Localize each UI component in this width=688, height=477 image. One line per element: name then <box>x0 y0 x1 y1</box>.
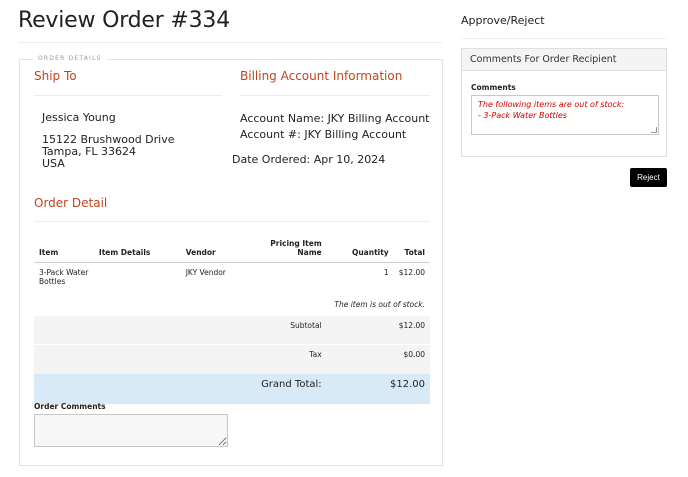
col-quantity: Quantity <box>326 234 394 263</box>
comments-line: - 3-Pack Water Bottles <box>478 111 567 120</box>
order-detail-divider <box>34 221 430 222</box>
billing-divider <box>240 95 430 96</box>
ship-to-name: Jessica Young <box>42 111 116 124</box>
billing-heading: Billing Account Information <box>240 69 403 83</box>
comments-panel: Comments For Order Recipient Comments Th… <box>461 48 667 157</box>
item-vendor: JKY Vendor <box>185 267 226 277</box>
col-item: Item <box>34 234 94 263</box>
billing-account-name: Account Name: JKY Billing Account <box>240 112 430 125</box>
col-item-details: Item Details <box>93 234 181 263</box>
order-detail-table: Item Item Details Vendor Pricing Item Na… <box>34 234 430 404</box>
approve-reject-title: Approve/Reject <box>461 14 545 27</box>
item-message-row: The item is out of stock. <box>34 300 430 316</box>
comments-line: The following items are out of stock: <box>478 100 625 109</box>
ship-to-heading: Ship To <box>34 69 77 83</box>
order-detail-heading: Order Detail <box>34 196 108 210</box>
item-quantity: 1 <box>383 267 389 277</box>
ship-to-country: USA <box>42 157 65 170</box>
subtotal-value: $12.00 <box>326 315 430 345</box>
table-header-row: Item Item Details Vendor Pricing Item Na… <box>34 234 430 263</box>
item-pricing-name <box>255 262 327 300</box>
item-total: $12.00 <box>398 267 425 277</box>
order-comments-field[interactable] <box>34 414 228 447</box>
col-total: Total <box>393 234 430 263</box>
grand-total-label: Grand Total: <box>34 373 327 404</box>
page-title: Review Order #334 <box>18 8 231 33</box>
comments-panel-title: Comments For Order Recipient <box>462 49 666 71</box>
resize-handle-icon[interactable] <box>651 127 657 133</box>
approve-reject-divider <box>461 38 667 39</box>
tax-value: $0.00 <box>326 344 430 374</box>
comments-label: Comments <box>471 83 516 92</box>
order-comments-label: Order Comments <box>34 402 106 411</box>
order-details-fieldset: ORDER DETAILS Ship To Jessica Young 1512… <box>19 55 443 466</box>
item-details <box>94 262 181 300</box>
comments-field[interactable]: The following items are out of stock: - … <box>471 95 659 135</box>
ship-to-divider <box>34 95 222 96</box>
out-of-stock-message: The item is out of stock. <box>334 300 425 309</box>
col-pricing-item-name: Pricing Item Name <box>255 234 327 263</box>
grand-total-row: Grand Total: $12.00 <box>34 373 430 404</box>
reject-button[interactable]: Reject <box>630 168 667 187</box>
tax-row: Tax $0.00 <box>34 344 430 374</box>
order-details-legend: ORDER DETAILS <box>33 55 107 62</box>
item-name: 3-Pack Water Bottles <box>39 267 89 286</box>
subtotal-row: Subtotal $12.00 <box>34 315 430 345</box>
billing-account-number: Account #: JKY Billing Account <box>240 128 407 141</box>
col-vendor: Vendor <box>180 234 256 263</box>
subtotal-label: Subtotal <box>34 315 327 345</box>
table-row: 3-Pack Water Bottles JKY Vendor 1 $12.00 <box>34 262 430 300</box>
date-ordered: Date Ordered: Apr 10, 2024 <box>232 153 386 166</box>
tax-label: Tax <box>34 344 327 374</box>
grand-total-value: $12.00 <box>326 373 430 404</box>
title-divider <box>18 42 442 43</box>
